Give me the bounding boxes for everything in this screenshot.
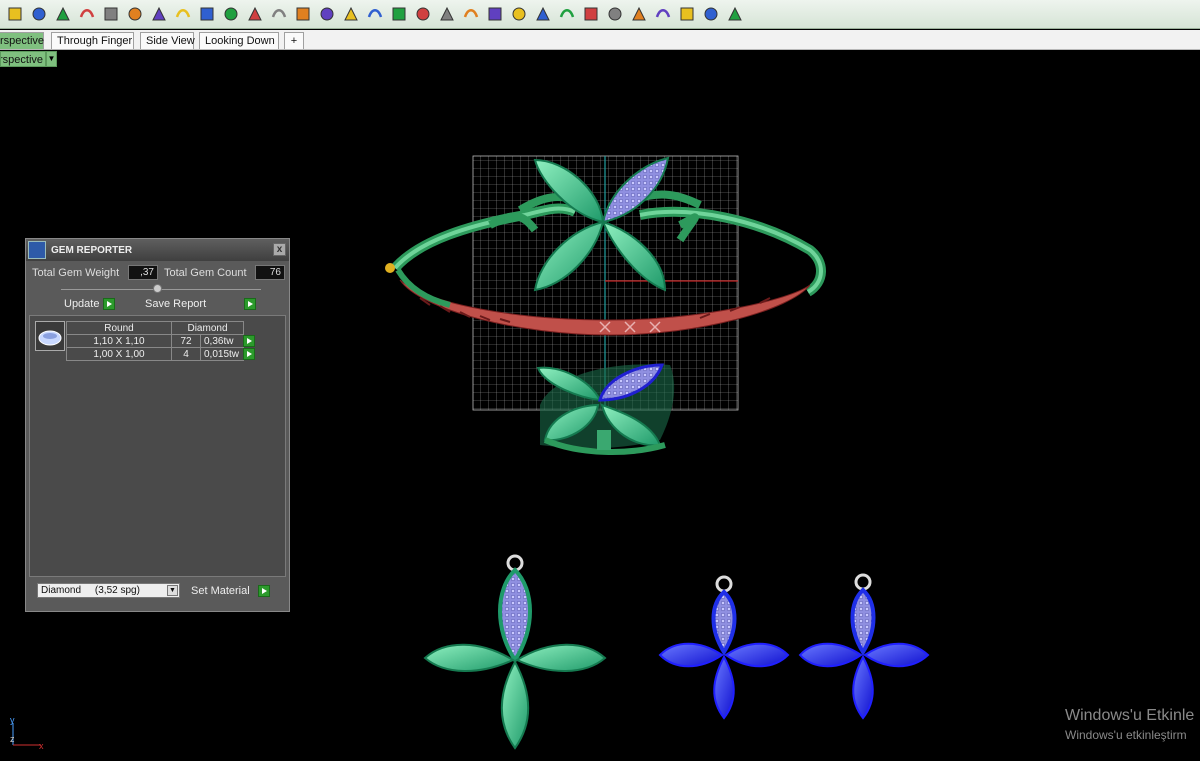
gem-reporter-panel: GEM REPORTER x Total Gem Weight ,37 Tota… bbox=[25, 238, 290, 612]
flag-icon[interactable] bbox=[292, 4, 313, 25]
circle-icon[interactable] bbox=[580, 4, 601, 25]
viewport-tab-bar: rspective Through Finger Side View Looki… bbox=[0, 30, 1200, 50]
tab-looking-down[interactable]: Looking Down bbox=[199, 32, 279, 49]
axis-z-label: z bbox=[10, 734, 15, 744]
cube-icon[interactable] bbox=[148, 4, 169, 25]
pattern-icon[interactable] bbox=[244, 4, 265, 25]
blue-pendant-left bbox=[658, 575, 790, 720]
edit-icon[interactable] bbox=[556, 4, 577, 25]
chevron-down-icon[interactable]: ▼ bbox=[46, 51, 57, 67]
gem-weight: 0,36tw bbox=[200, 334, 244, 348]
sphere-icon[interactable] bbox=[388, 4, 409, 25]
round-gem-icon bbox=[38, 330, 62, 346]
chevron-down-icon[interactable]: ▼ bbox=[167, 585, 178, 596]
slider-handle[interactable] bbox=[153, 284, 162, 293]
gem-size: 1,10 X 1,10 bbox=[66, 334, 172, 348]
box2-icon[interactable] bbox=[412, 4, 433, 25]
blue-pendant-right bbox=[798, 573, 930, 720]
update-button[interactable]: Update bbox=[64, 297, 116, 311]
axis-y-label: y bbox=[10, 715, 15, 725]
viewport-label: rspective bbox=[0, 51, 46, 67]
update-label: Update bbox=[64, 298, 100, 310]
gem-material-header: Diamond bbox=[171, 321, 244, 335]
chain-icon[interactable] bbox=[364, 4, 385, 25]
play-icon[interactable] bbox=[243, 348, 255, 360]
material-select-value: Diamond (3,52 spg) bbox=[41, 585, 140, 596]
wave-icon[interactable] bbox=[532, 4, 553, 25]
axis-x-label: x bbox=[39, 741, 44, 751]
paint-icon[interactable] bbox=[28, 4, 49, 25]
total-gem-count-value: 76 bbox=[255, 265, 285, 280]
gem-reporter-title: GEM REPORTER bbox=[51, 244, 133, 256]
pencil-icon[interactable] bbox=[436, 4, 457, 25]
material-select[interactable]: Diamond (3,52 spg) ▼ bbox=[37, 583, 180, 598]
gem-cut-header: Round bbox=[66, 321, 172, 335]
set-material-label: Set Material bbox=[191, 585, 250, 597]
gem-table: Round Diamond 1,10 X 1,10 72 0,36tw 1,00… bbox=[66, 321, 256, 361]
gem-reporter-logo-icon bbox=[28, 241, 46, 259]
set-material-button[interactable]: Set Material bbox=[191, 584, 270, 598]
play-icon[interactable] bbox=[243, 335, 255, 347]
magic-icon[interactable] bbox=[340, 4, 361, 25]
save-report-button[interactable]: Save Report bbox=[145, 297, 257, 311]
zoom-icon[interactable] bbox=[700, 4, 721, 25]
rect-icon[interactable] bbox=[124, 4, 145, 25]
nodes-icon[interactable] bbox=[220, 4, 241, 25]
gear-icon[interactable] bbox=[508, 4, 529, 25]
gem-count: 72 bbox=[171, 334, 201, 348]
gem-size: 1,00 X 1,00 bbox=[66, 347, 172, 361]
close-icon[interactable]: x bbox=[273, 243, 286, 256]
funnel-icon[interactable] bbox=[724, 4, 745, 25]
select-icon[interactable] bbox=[4, 4, 25, 25]
save-report-label: Save Report bbox=[145, 298, 207, 310]
table-row[interactable]: 1,00 X 1,00 4 0,015tw bbox=[66, 347, 256, 361]
brush2-icon[interactable] bbox=[676, 4, 697, 25]
grid-icon[interactable] bbox=[460, 4, 481, 25]
main-toolbar bbox=[0, 0, 1200, 29]
coin-icon[interactable] bbox=[628, 4, 649, 25]
total-gem-weight-value: ,37 bbox=[128, 265, 158, 280]
view-cube-icon[interactable] bbox=[604, 4, 625, 25]
gem-reporter-titlebar[interactable]: GEM REPORTER x bbox=[26, 239, 289, 261]
brush-icon[interactable] bbox=[196, 4, 217, 25]
table-row[interactable]: 1,10 X 1,10 72 0,36tw bbox=[66, 334, 256, 348]
watermark-line-1: Windows'u Etkinle bbox=[1065, 707, 1195, 724]
total-gem-count-label: Total Gem Count bbox=[164, 267, 247, 279]
play-icon bbox=[257, 585, 270, 597]
tab-side-view[interactable]: Side View bbox=[140, 32, 195, 49]
windows-activation-watermark: Windows'u Etkinle Windows'u etkinleştirm bbox=[1065, 707, 1194, 742]
add-tab-button[interactable]: + bbox=[284, 32, 304, 49]
axis-indicator: y z x bbox=[10, 715, 44, 751]
play-icon bbox=[103, 298, 116, 310]
spiral-icon[interactable] bbox=[484, 4, 505, 25]
watermark-line-2: Windows'u etkinleştirm bbox=[1065, 728, 1187, 742]
curve-icon[interactable] bbox=[76, 4, 97, 25]
gem-icon[interactable] bbox=[316, 4, 337, 25]
gem-count: 4 bbox=[171, 347, 201, 361]
gem-thumbnail bbox=[35, 321, 65, 351]
box-icon[interactable] bbox=[52, 4, 73, 25]
ring-icon[interactable] bbox=[268, 4, 289, 25]
pen-icon[interactable] bbox=[100, 4, 121, 25]
gem-list: Round Diamond 1,10 X 1,10 72 0,36tw 1,00… bbox=[29, 315, 286, 577]
viewport-selector[interactable]: rspective ▼ bbox=[0, 51, 57, 67]
total-gem-weight-label: Total Gem Weight bbox=[32, 267, 120, 279]
tab-through-finger[interactable]: Through Finger bbox=[51, 32, 134, 49]
tools-icon[interactable] bbox=[652, 4, 673, 25]
color-wheel-icon[interactable] bbox=[172, 4, 193, 25]
play-icon bbox=[244, 298, 257, 310]
tab-perspective[interactable]: rspective bbox=[0, 32, 44, 49]
gem-weight: 0,015tw bbox=[200, 347, 244, 361]
